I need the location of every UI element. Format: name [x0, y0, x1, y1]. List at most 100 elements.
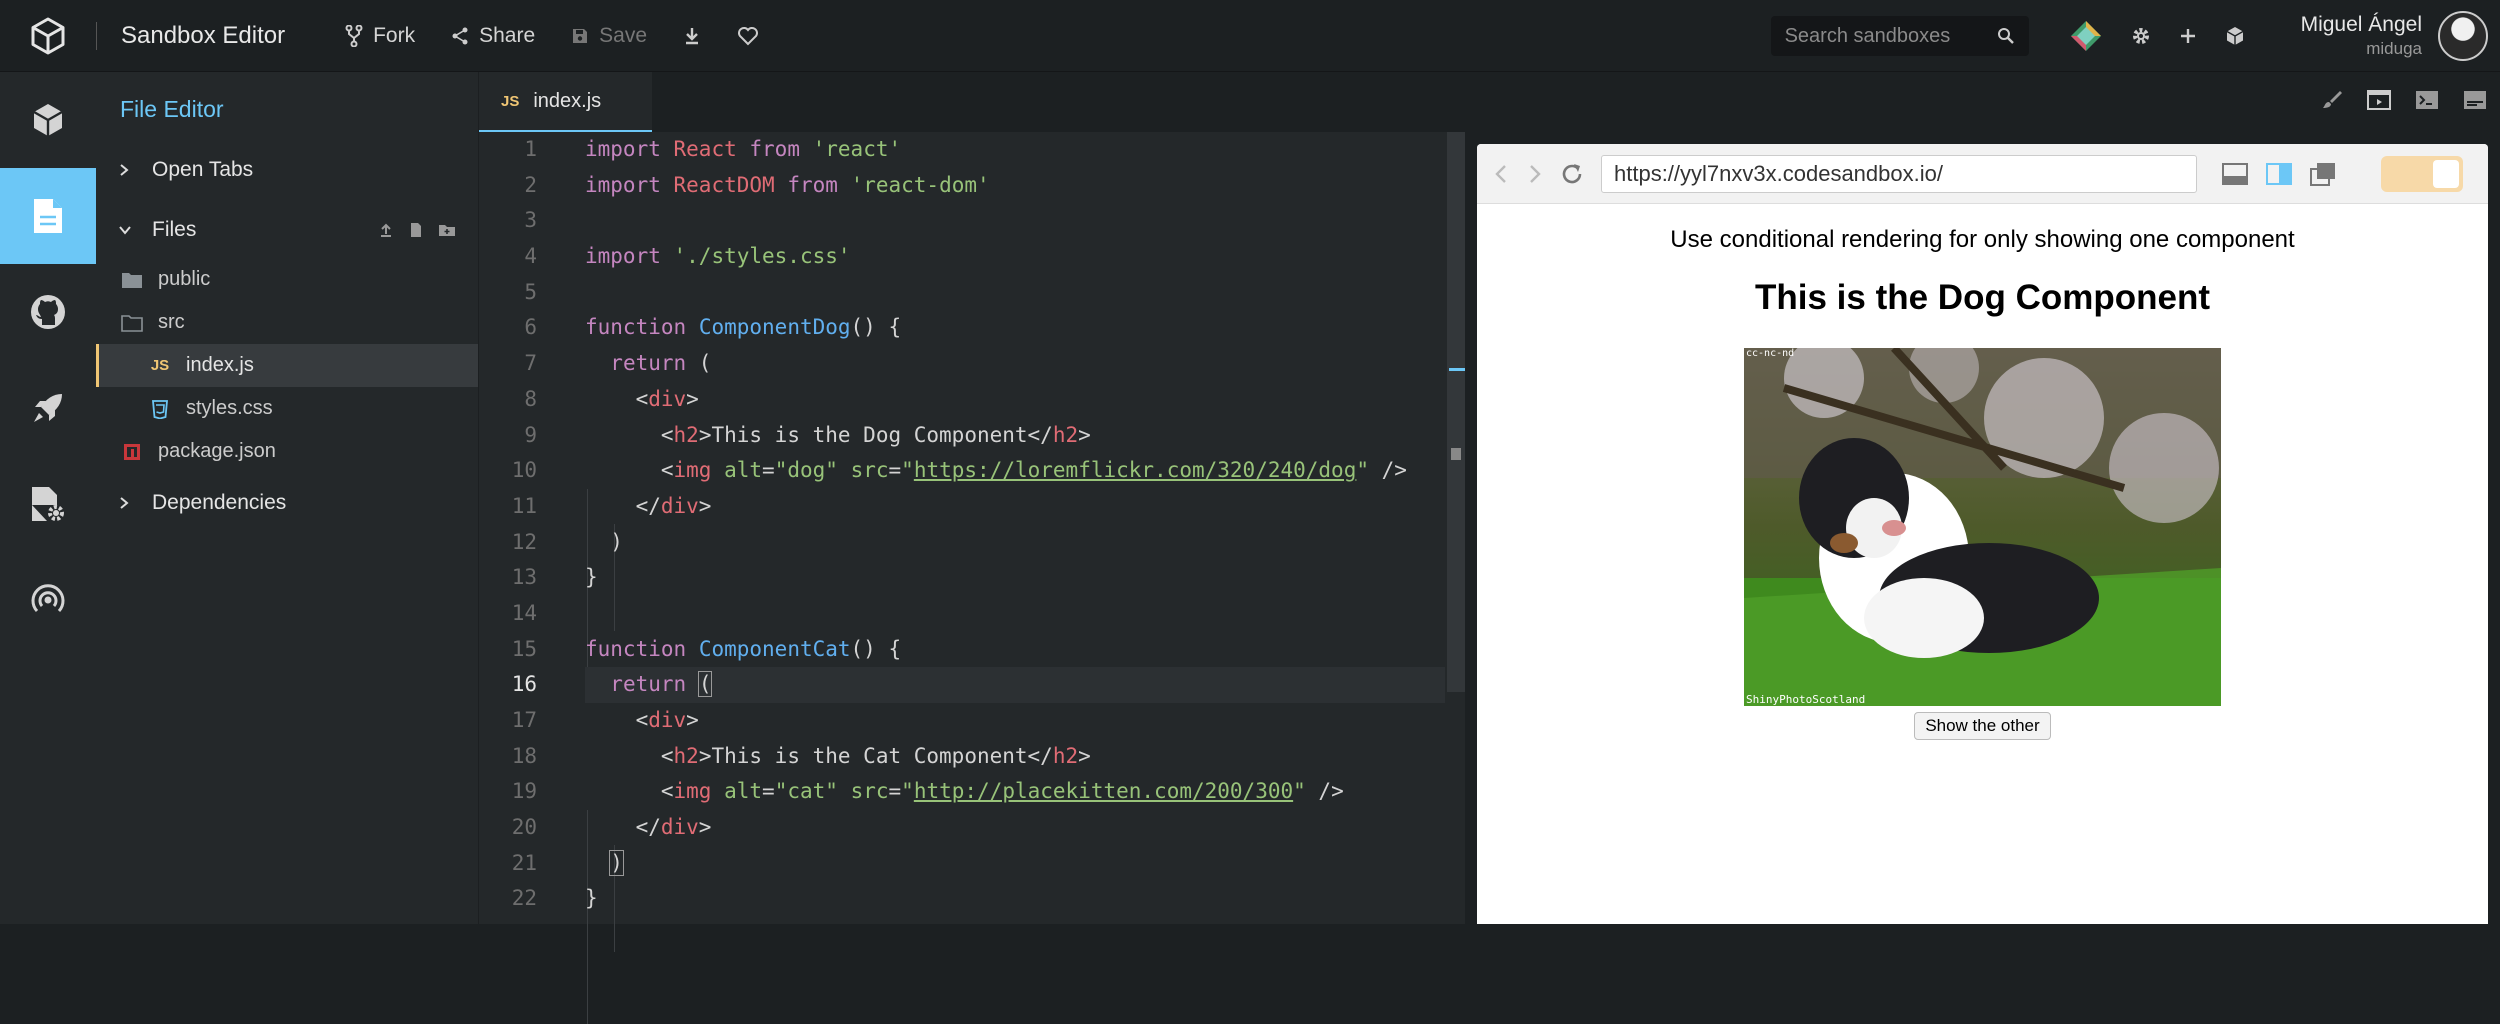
chevron-right-icon — [118, 496, 132, 510]
line-number: 6 — [524, 315, 537, 340]
code-line: ) — [585, 529, 623, 554]
console-icon[interactable] — [2462, 88, 2488, 112]
line-number: 8 — [524, 386, 537, 411]
download-icon — [686, 27, 699, 44]
image-caption-bottom: ShinyPhotoScotland — [1746, 693, 1866, 706]
code-line: import './styles.css' — [585, 244, 851, 269]
console-layout-icon[interactable] — [2221, 161, 2249, 187]
new-sandbox-button[interactable] — [2179, 27, 2197, 45]
cube-icon — [2226, 27, 2243, 45]
line-number: 21 — [511, 850, 537, 875]
fork-icon — [345, 24, 363, 47]
sidebar-title: File Editor — [120, 96, 224, 122]
rocket-icon — [34, 394, 62, 422]
code-line: </div> — [585, 815, 712, 840]
live-broadcast-icon — [31, 584, 65, 613]
codesandbox-logo-icon[interactable] — [0, 0, 96, 72]
file-item-index-js[interactable]: JS index.js — [96, 344, 478, 387]
preview-nav-buttons — [1491, 161, 1585, 187]
line-number: 2 — [524, 172, 537, 197]
prettify-brush-icon[interactable] — [2320, 88, 2344, 112]
code-line: import ReactDOM from 'react-dom' — [585, 172, 990, 197]
file-item-src[interactable]: src — [96, 301, 478, 344]
code-line: } — [585, 886, 598, 911]
fork-button[interactable]: Fork — [345, 24, 415, 48]
line-number: 10 — [511, 458, 537, 483]
chevron-down-icon — [118, 224, 132, 236]
scroll-marker — [1449, 368, 1465, 371]
search-input[interactable] — [1784, 24, 1985, 48]
forward-arrow-icon[interactable] — [1525, 162, 1545, 186]
upload-icon[interactable] — [378, 222, 394, 238]
file-item-styles-css[interactable]: styles.css — [96, 387, 478, 430]
dependencies-section[interactable]: Dependencies — [96, 477, 478, 529]
editor-tab-bar: JS index.js — [479, 72, 2500, 132]
file-item-package-json[interactable]: package.json — [96, 430, 478, 473]
line-number: 15 — [511, 636, 537, 661]
preview-window-icon[interactable] — [2366, 88, 2392, 112]
line-number: 5 — [524, 279, 537, 304]
fork-label: Fork — [373, 23, 416, 47]
preview-content: Use conditional rendering for only showi… — [1477, 226, 2488, 740]
open-new-window-icon[interactable] — [2309, 161, 2337, 187]
dashboard-button[interactable] — [2225, 26, 2245, 46]
line-number: 22 — [511, 886, 537, 911]
refresh-icon[interactable] — [1559, 161, 1585, 187]
code-editor[interactable]: 1 2 3 4 5 6 7 8 9 10 11 12 13 14 15 16 17 18 19 20 21 22 impo… — [479, 132, 1465, 1024]
code-line: <img alt="cat" src="http://placekitten.c… — [585, 779, 1344, 804]
file-actions — [378, 222, 456, 238]
preview-subheading: This is the Dog Component — [1755, 278, 2210, 317]
line-number: 20 — [511, 815, 537, 840]
preview-heading: Use conditional rendering for only showi… — [1670, 226, 2295, 253]
code-content[interactable]: import React from 'react' import ReactDO… — [585, 132, 1445, 917]
split-view-icon[interactable] — [2265, 161, 2293, 187]
activity-project-info[interactable] — [0, 72, 96, 168]
activity-live[interactable] — [0, 552, 96, 648]
dog-image: cc-nc-nd ShinyPhotoScotland — [1744, 348, 2221, 706]
avatar[interactable] — [2438, 11, 2488, 61]
terminal-icon[interactable] — [2414, 88, 2440, 112]
image-caption-top: cc-nc-nd — [1746, 348, 1795, 359]
file-item-public[interactable]: public — [96, 258, 478, 301]
new-folder-icon[interactable] — [438, 222, 456, 238]
css-file-icon — [148, 399, 172, 419]
user-info[interactable]: Miguel Ángel miduga — [2301, 13, 2422, 59]
line-number: 1 — [524, 137, 537, 161]
code-line: <div> — [585, 708, 699, 732]
open-tabs-section[interactable]: Open Tabs — [96, 144, 478, 196]
save-button[interactable]: Save — [571, 24, 647, 48]
js-file-icon: JS — [150, 357, 170, 374]
file-settings-icon — [32, 487, 64, 521]
back-arrow-icon[interactable] — [1491, 162, 1511, 186]
patron-badge-icon[interactable] — [2069, 19, 2103, 53]
share-button[interactable]: Share — [451, 24, 535, 48]
line-number: 4 — [524, 244, 537, 269]
js-tab-icon: JS — [501, 92, 520, 110]
npm-icon — [120, 443, 144, 461]
activity-deployment[interactable] — [0, 360, 96, 456]
activity-file-editor[interactable] — [0, 168, 96, 264]
show-other-button[interactable]: Show the other — [1914, 712, 2051, 740]
preview-toggle[interactable] — [2381, 155, 2463, 192]
like-button[interactable] — [737, 26, 759, 46]
address-bar[interactable]: https://yyl7nxv3x.codesandbox.io/ — [1601, 154, 2197, 193]
files-section[interactable]: Files — [96, 204, 478, 256]
folder-icon — [120, 271, 144, 289]
line-number: 18 — [511, 743, 537, 768]
editor-scrollbar[interactable] — [1447, 132, 1465, 692]
tab-index-js[interactable]: JS index.js — [479, 72, 652, 132]
code-line: <img alt="dog" src="https://loremflickr.… — [585, 458, 1407, 483]
settings-button[interactable] — [2131, 26, 2151, 46]
top-header: Sandbox Editor Fork Share Save Search sa… — [0, 0, 2500, 72]
download-button[interactable] — [683, 26, 701, 46]
activity-github[interactable] — [0, 264, 96, 360]
new-file-icon[interactable] — [408, 222, 424, 238]
activity-bar — [0, 72, 96, 924]
line-number: 17 — [511, 708, 537, 732]
search-icon[interactable] — [1997, 27, 2015, 45]
activity-config-files[interactable] — [0, 456, 96, 552]
plus-icon — [2180, 29, 2195, 43]
